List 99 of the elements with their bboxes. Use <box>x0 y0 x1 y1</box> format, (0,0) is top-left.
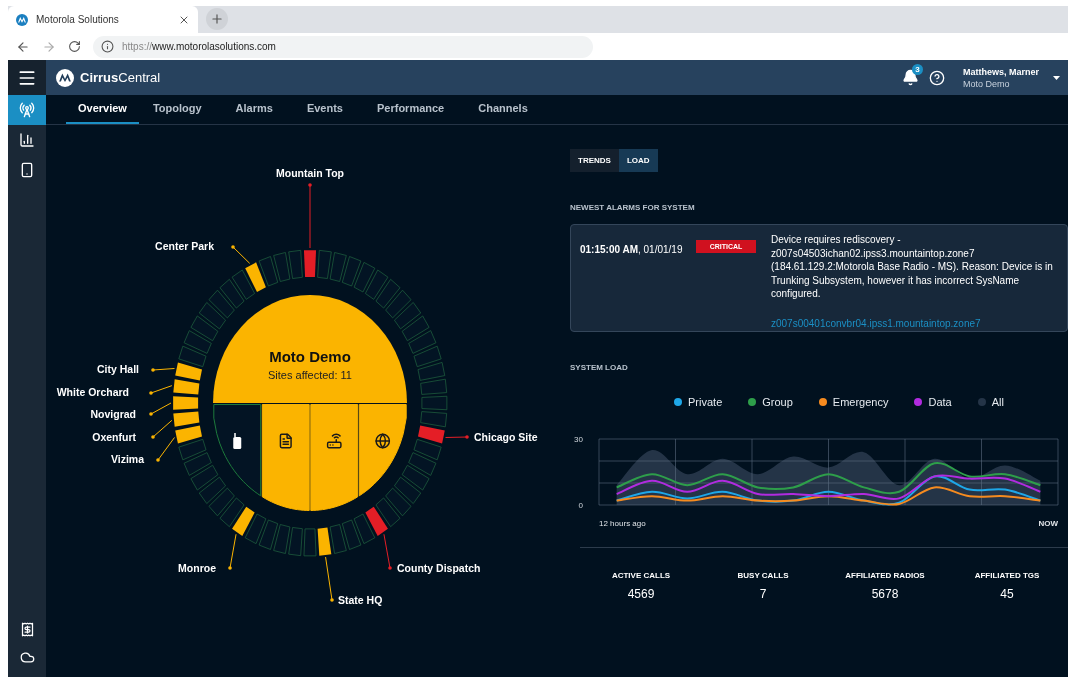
leader-line <box>383 533 392 570</box>
nav-tab[interactable]: Events <box>294 95 355 124</box>
legend-label[interactable]: Private <box>688 394 723 411</box>
nav-tab[interactable]: Channels <box>466 95 540 124</box>
site-segment[interactable] <box>329 524 347 554</box>
site-segment[interactable] <box>244 513 267 545</box>
bar-chart-icon <box>19 132 35 148</box>
favicon-icon <box>16 13 28 26</box>
site-label[interactable]: County Dispatch <box>397 562 481 574</box>
globe-icon <box>376 434 390 448</box>
leader-line <box>149 385 173 395</box>
site-label[interactable]: Oxenfurt <box>92 431 136 443</box>
phone-icon <box>19 162 35 178</box>
info-icon <box>101 40 114 53</box>
site-label[interactable]: Mountain Top <box>276 167 344 179</box>
leader-line <box>228 533 237 570</box>
site-label[interactable]: Vizima <box>110 453 144 465</box>
plus-icon <box>210 12 224 26</box>
user-name: Matthews, Marner <box>962 65 1039 78</box>
stat-label: AFFILIATED RADIOS <box>845 569 925 582</box>
radio-icon <box>233 433 242 449</box>
reload-icon[interactable] <box>68 40 81 53</box>
caret-icon[interactable] <box>1053 75 1060 80</box>
axis-tick-label: 30 <box>574 434 583 444</box>
stat-value: 7 <box>759 585 767 603</box>
notification-badge: 3 <box>911 64 923 75</box>
axis-tick-label: NOW <box>1038 518 1058 528</box>
site-label[interactable]: City Hall <box>97 363 139 375</box>
nav-tab[interactable]: Overview <box>66 95 139 124</box>
back-icon[interactable] <box>16 39 30 54</box>
view-toggle[interactable]: TRENDS <box>570 149 619 172</box>
leader-line <box>149 402 172 416</box>
cloud-icon[interactable] <box>19 649 35 665</box>
site-segment[interactable] <box>245 262 266 292</box>
category-cell[interactable] <box>358 404 407 497</box>
antenna-icon <box>19 102 35 118</box>
site-segment[interactable] <box>232 506 255 536</box>
alarm-time: 01:15:00 AM, 01/01/19 <box>580 243 684 257</box>
leader-line <box>151 419 173 439</box>
router-icon <box>327 434 341 448</box>
address-field[interactable]: https://www.motorolasolutions.com <box>93 35 593 58</box>
legend-label[interactable]: All <box>991 394 1004 411</box>
site-segment[interactable] <box>175 425 202 444</box>
site-segment[interactable] <box>173 411 200 427</box>
sites-affected: Sites affected: 11 <box>268 369 352 381</box>
stat-label: ACTIVE CALLS <box>611 569 671 582</box>
stat-value: 45 <box>1000 585 1014 603</box>
alarm-message: Device requires rediscovery - z007s04503ichan02.ipss3.mountaintop.zone7 (184.61.129.2:Motorola Base Radio - MS). Reason: Device is in Trunking Subsystem, however it has incorrect SysName configured. <box>771 233 1054 301</box>
nav-tab[interactable]: Alarms <box>223 95 285 124</box>
legend-label[interactable]: Emergency <box>832 394 889 411</box>
site-segment[interactable] <box>178 345 207 368</box>
system-name: Moto Demo <box>269 348 351 365</box>
logo-icon <box>56 68 74 87</box>
site-segment[interactable] <box>173 396 199 410</box>
site-label[interactable]: Center Park <box>155 240 214 252</box>
site-label[interactable]: Novigrad <box>90 408 136 420</box>
site-label[interactable]: Monroe <box>178 562 216 574</box>
category-cell[interactable] <box>310 404 359 511</box>
nav-tab[interactable]: Topology <box>140 95 214 124</box>
app-title: CirrusCentral <box>80 68 161 87</box>
site-label[interactable]: White Orchard <box>56 386 129 398</box>
stat-value: 5678 <box>871 585 899 603</box>
device-link[interactable]: z007s00401convbr04.ipss1.mountaintop.zone7 <box>771 315 1067 331</box>
site-label[interactable]: Chicago Site <box>474 431 538 443</box>
site-segment[interactable] <box>219 497 245 528</box>
site-segment[interactable] <box>173 379 200 395</box>
stat-label: BUSY CALLS <box>737 569 789 582</box>
receipt-icon[interactable] <box>19 621 35 637</box>
help-icon[interactable] <box>928 69 945 86</box>
legend-label[interactable]: Group <box>762 394 793 411</box>
section-heading: NEWEST ALARMS FOR SYSTEM <box>570 202 696 214</box>
view-toggle[interactable]: LOAD <box>618 149 658 172</box>
site-label[interactable]: State HQ <box>338 594 383 606</box>
leader-line <box>445 435 469 439</box>
legend-label[interactable]: Data <box>928 394 952 411</box>
stat-value: 4569 <box>627 585 655 603</box>
leader-line <box>325 556 334 602</box>
leader-line <box>308 183 312 249</box>
url-text: https://www.motorolasolutions.com <box>122 40 276 54</box>
stat-label: AFFILIATED TGS <box>974 569 1040 582</box>
user-org: Moto Demo <box>962 77 1011 90</box>
site-segment[interactable] <box>317 527 332 556</box>
site-segment[interactable] <box>178 438 207 461</box>
site-segment[interactable] <box>175 362 202 381</box>
category-cell[interactable] <box>261 404 310 511</box>
leader-line <box>231 245 251 264</box>
leader-line <box>151 368 175 372</box>
bell-icon[interactable] <box>901 69 919 86</box>
axis-tick-label: 0 <box>578 500 583 510</box>
site-segment[interactable] <box>258 256 279 287</box>
new-tab-button[interactable] <box>206 8 228 30</box>
browser-tab[interactable]: Motorola Solutions <box>8 6 198 33</box>
section-heading: SYSTEM LOAD <box>570 362 629 374</box>
leader-line <box>156 437 175 462</box>
site-segment[interactable] <box>231 269 256 300</box>
forward-icon[interactable] <box>42 39 56 54</box>
nav-tab[interactable]: Performance <box>365 95 457 124</box>
document-icon <box>280 434 292 448</box>
axis-tick-label: 12 hours ago <box>599 518 646 528</box>
